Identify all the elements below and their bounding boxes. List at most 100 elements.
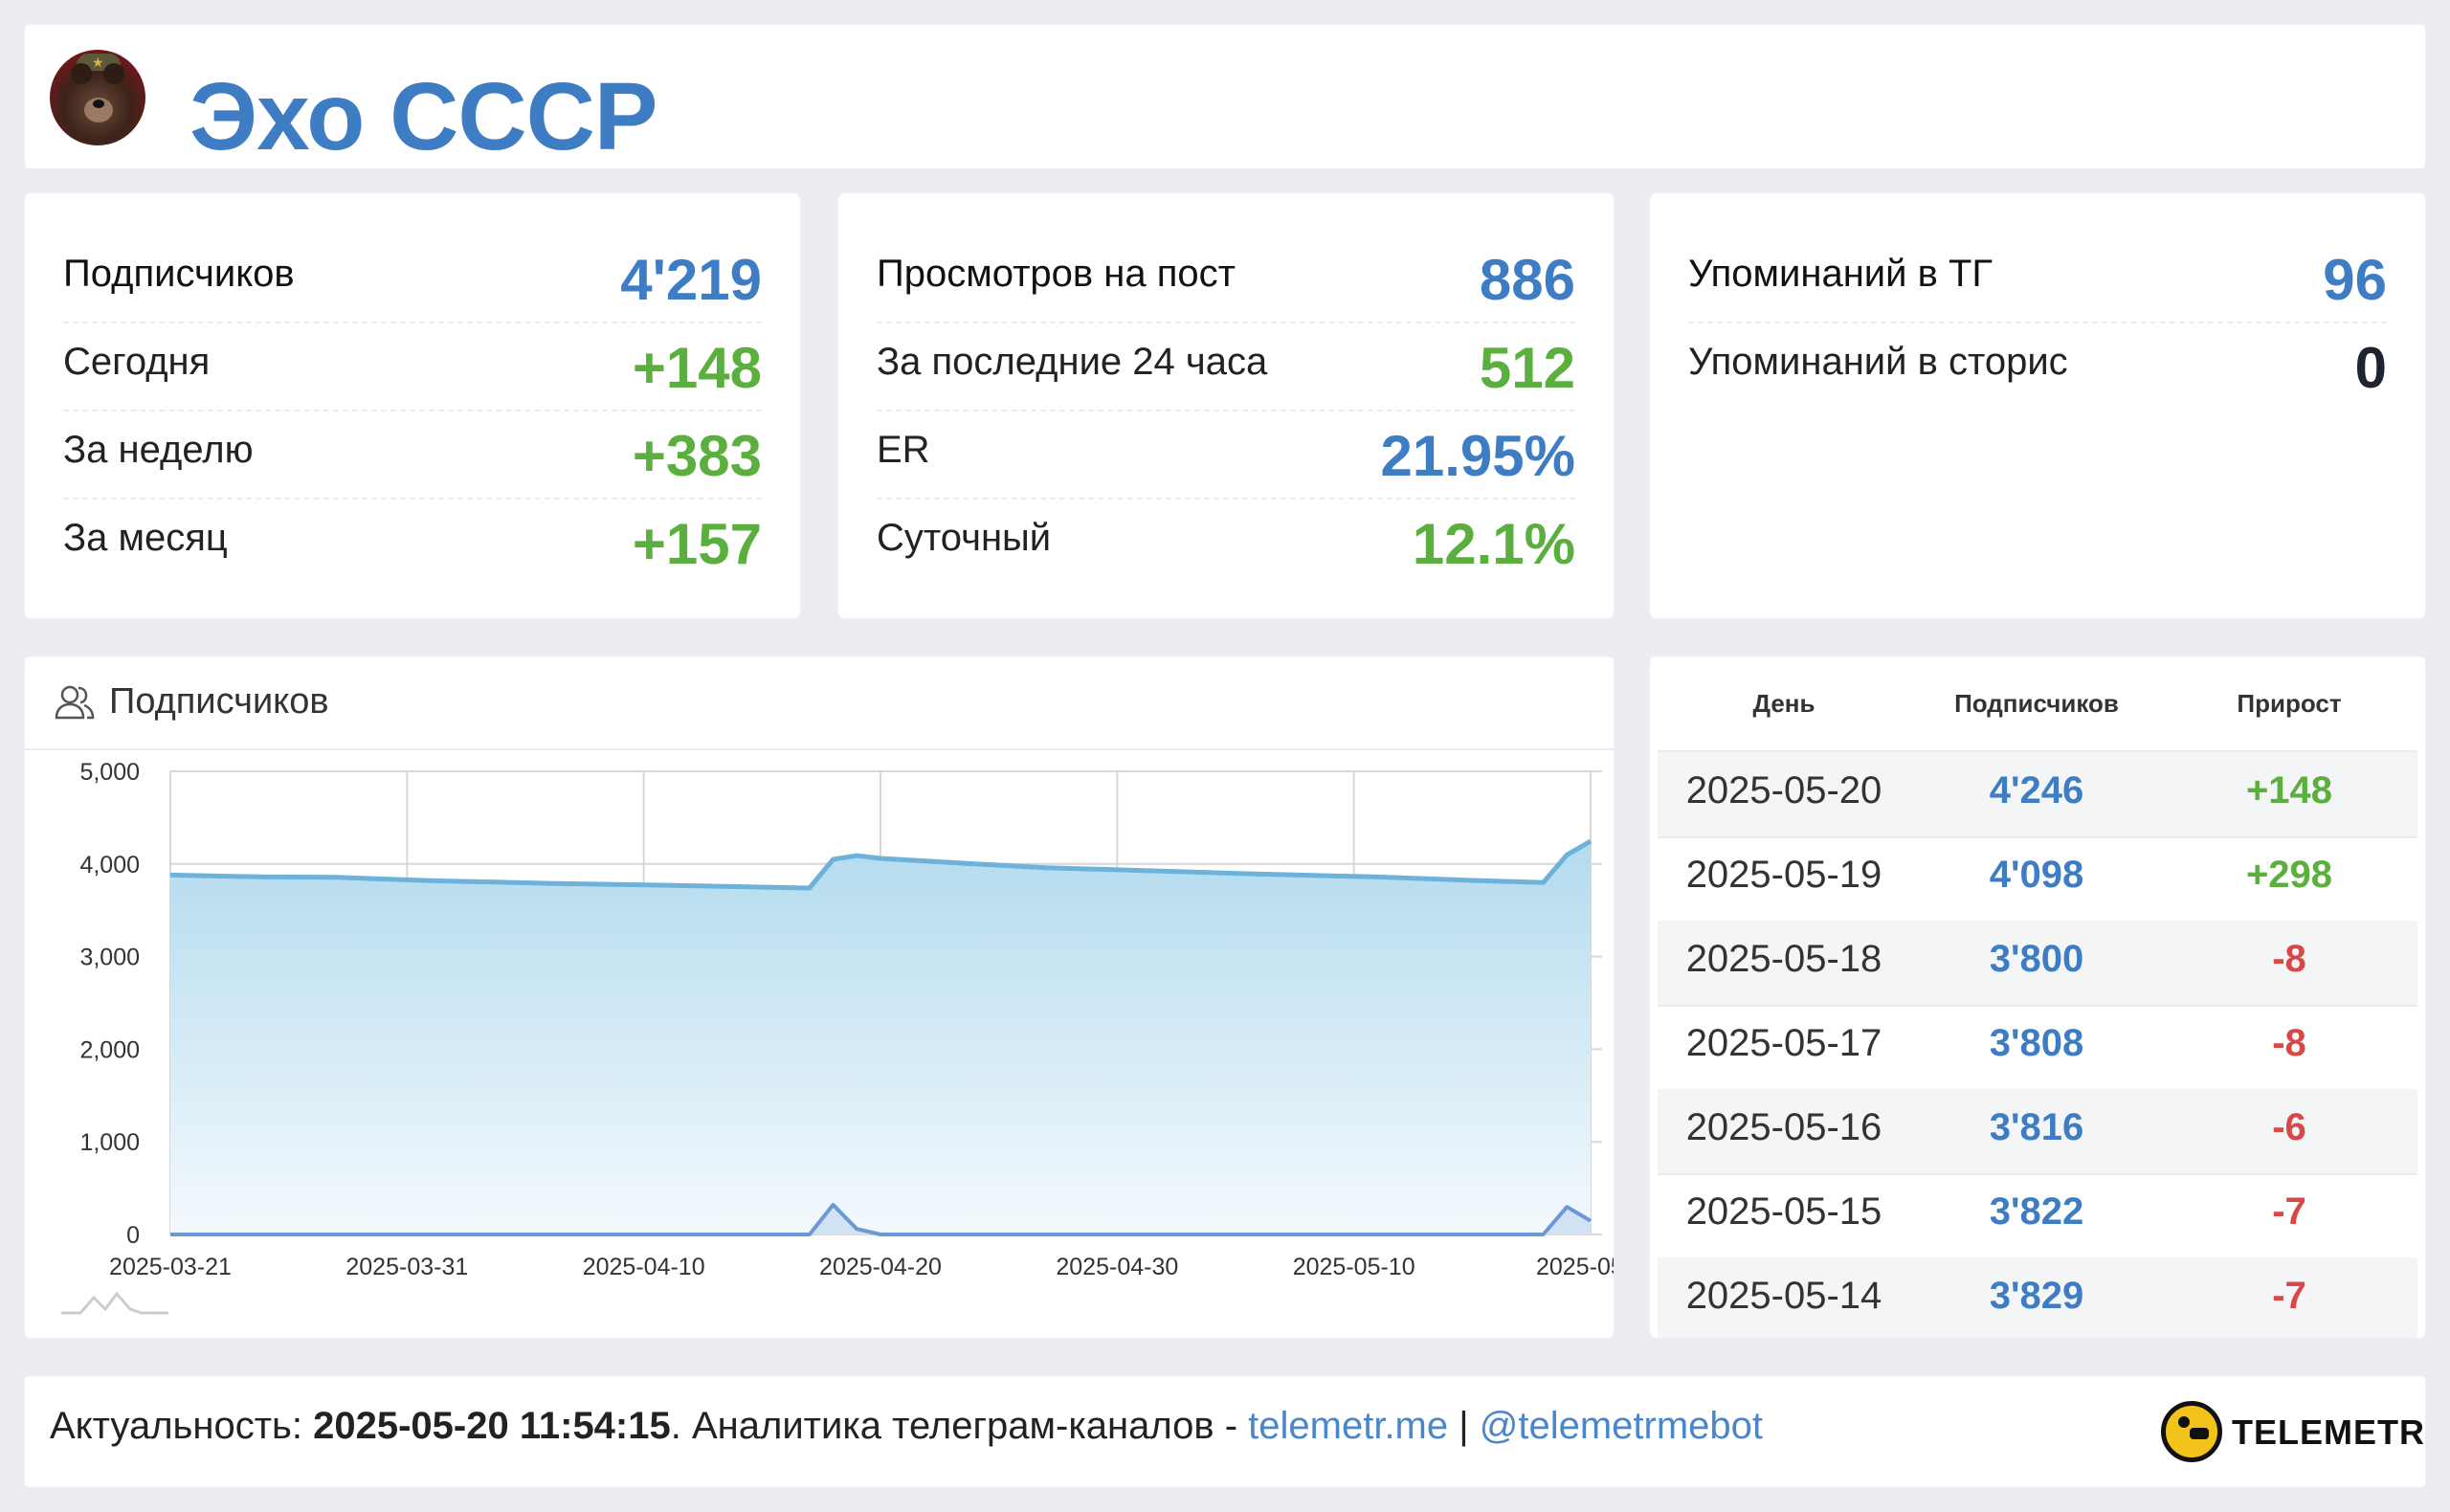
row-growth: -6 [2272,1106,2306,1148]
row-growth: -7 [2272,1275,2306,1317]
stat-row-today: Сегодня +148 [63,322,762,411]
subscribers-area [170,841,1591,1234]
x-tick-label: 2025-05-2 [1536,1254,1614,1280]
stat-label: За последние 24 часа [877,341,1268,383]
table-row: 2025-05-17 3'808 -8 [1658,1005,2417,1091]
stat-value: +383 [632,424,762,488]
chart-title: Подписчиков [109,681,329,722]
stat-label: За месяц [63,517,228,559]
row-subscribers: 3'822 [1989,1190,2084,1233]
stat-row-daily-er: Суточный 12.1% [877,498,1575,586]
bot-link[interactable]: @telemetrmebot [1480,1405,1763,1447]
x-tick-label: 2025-03-21 [109,1254,232,1280]
stat-value: 96 [2323,248,2387,312]
footer-description: . Аналитика телеграм-каналов - [670,1405,1249,1447]
y-tick-label: 5,000 [79,759,140,786]
row-date: 2025-05-19 [1685,854,1882,896]
y-tick-label: 2,000 [79,1036,140,1063]
stat-row-er: ER 21.95% [877,410,1575,500]
star-icon: ★ [92,55,104,70]
column-header-day[interactable]: День [1658,689,1910,719]
stat-value: 21.95% [1380,424,1576,488]
telemetr-logo[interactable]: TELEMETR [2161,1399,2424,1464]
y-tick-label: 4,000 [79,852,140,878]
y-tick-label: 1,000 [79,1129,140,1156]
row-growth: -8 [2272,938,2306,980]
stat-row-week: За неделю +383 [63,410,762,500]
row-date: 2025-05-16 [1685,1106,1882,1148]
x-tick-label: 2025-03-31 [345,1254,468,1280]
y-tick-label: 3,000 [79,945,140,971]
table-row: 2025-05-14 3'829 -7 [1658,1257,2417,1338]
footer-text: Актуальность: 2025-05-20 11:54:15. Анали… [50,1405,1763,1448]
stat-value: +157 [632,512,762,576]
x-tick-label: 2025-05-10 [1293,1254,1415,1280]
last-updated-timestamp: 2025-05-20 11:54:15 [313,1405,671,1447]
row-date: 2025-05-14 [1685,1275,1882,1317]
table-header: День Подписчиков Прирост [1658,656,2417,752]
stat-row-subscribers: Подписчиков 4'219 [63,233,762,323]
row-subscribers: 4'246 [1989,769,2084,812]
y-tick-label: 0 [126,1222,140,1249]
stat-label: Упоминаний в ТГ [1688,253,1993,295]
chart-header: Подписчиков [25,656,1614,750]
table-row: 2025-05-20 4'246 +148 [1658,752,2417,838]
x-tick-label: 2025-04-20 [819,1254,942,1280]
row-subscribers: 3'816 [1989,1106,2084,1148]
table-row: 2025-05-15 3'822 -7 [1658,1173,2417,1259]
stat-label: За неделю [63,429,254,471]
daily-subscribers-table: День Подписчиков Прирост 2025-05-20 4'246… [1650,656,2425,1338]
channel-avatar[interactable]: ★ [50,50,145,145]
stat-value: 4'219 [620,248,762,312]
row-subscribers: 3'829 [1989,1275,2084,1317]
column-header-subscribers[interactable]: Подписчиков [1910,689,2163,719]
footer-prefix: Актуальность: [50,1405,314,1447]
views-card: Просмотров на пост 886 За последние 24 ч… [838,193,1614,618]
row-growth: -7 [2272,1190,2306,1233]
stat-label: Суточный [877,517,1052,559]
subscribers-chart-panel: Подписчиков 0 1,000 2,000 3,000 4,000 5,000 20… [25,656,1614,1338]
stat-label: ER [877,429,930,471]
row-date: 2025-05-20 [1685,769,1882,812]
table-row: 2025-05-16 3'816 -6 [1658,1089,2417,1175]
stat-value: 0 [2354,336,2387,400]
mentions-card: Упоминаний в ТГ 96 Упоминаний в сторис 0 [1650,193,2425,618]
stat-row-month: За месяц +157 [63,498,762,586]
x-tick-label: 2025-04-10 [583,1254,705,1280]
column-header-growth[interactable]: Прирост [2163,689,2416,719]
row-growth: +298 [2245,854,2333,896]
footer: Актуальность: 2025-05-20 11:54:15. Анали… [25,1376,2425,1487]
stat-value: 512 [1479,336,1575,400]
row-subscribers: 4'098 [1989,854,2084,896]
stat-label: Подписчиков [63,253,295,295]
x-tick-label: 2025-04-30 [1056,1254,1178,1280]
stat-value: 12.1% [1412,512,1575,576]
subscribers-card: Подписчиков 4'219 Сегодня +148 За неделю… [25,193,800,618]
stat-row-views-24h: За последние 24 часа 512 [877,322,1575,411]
users-icon [55,685,95,720]
row-date: 2025-05-17 [1685,1022,1882,1064]
stat-label: Упоминаний в сторис [1688,341,2068,383]
site-link[interactable]: telemetr.me [1248,1405,1448,1447]
channel-header: ★ Эхо СССР [25,25,2425,170]
row-subscribers: 3'800 [1989,938,2084,980]
table-row: 2025-05-18 3'800 -8 [1658,921,2417,1007]
row-date: 2025-05-18 [1685,938,1882,980]
row-date: 2025-05-15 [1685,1190,1882,1233]
stat-value: 886 [1479,248,1575,312]
table-row: 2025-05-19 4'098 +298 [1658,836,2417,923]
stat-label: Просмотров на пост [877,253,1236,295]
stat-value: +148 [632,336,762,400]
brand-name: TELEMETR [2232,1412,2425,1452]
stat-row-views-per-post: Просмотров на пост 886 [877,233,1575,323]
stat-label: Сегодня [63,341,211,383]
row-growth: -8 [2272,1022,2306,1064]
stat-row-mentions-tg: Упоминаний в ТГ 96 [1688,233,2387,323]
row-growth: +148 [2245,769,2333,812]
channel-title: Эхо СССР [189,63,657,170]
subscribers-chart[interactable]: 0 1,000 2,000 3,000 4,000 5,000 2025-03-21 2025… [25,748,1614,1338]
navigator-sparkline [61,1291,168,1315]
row-subscribers: 3'808 [1989,1022,2084,1064]
stat-row-mentions-stories: Упоминаний в сторис 0 [1688,322,2387,410]
footer-separator: | [1448,1405,1480,1447]
